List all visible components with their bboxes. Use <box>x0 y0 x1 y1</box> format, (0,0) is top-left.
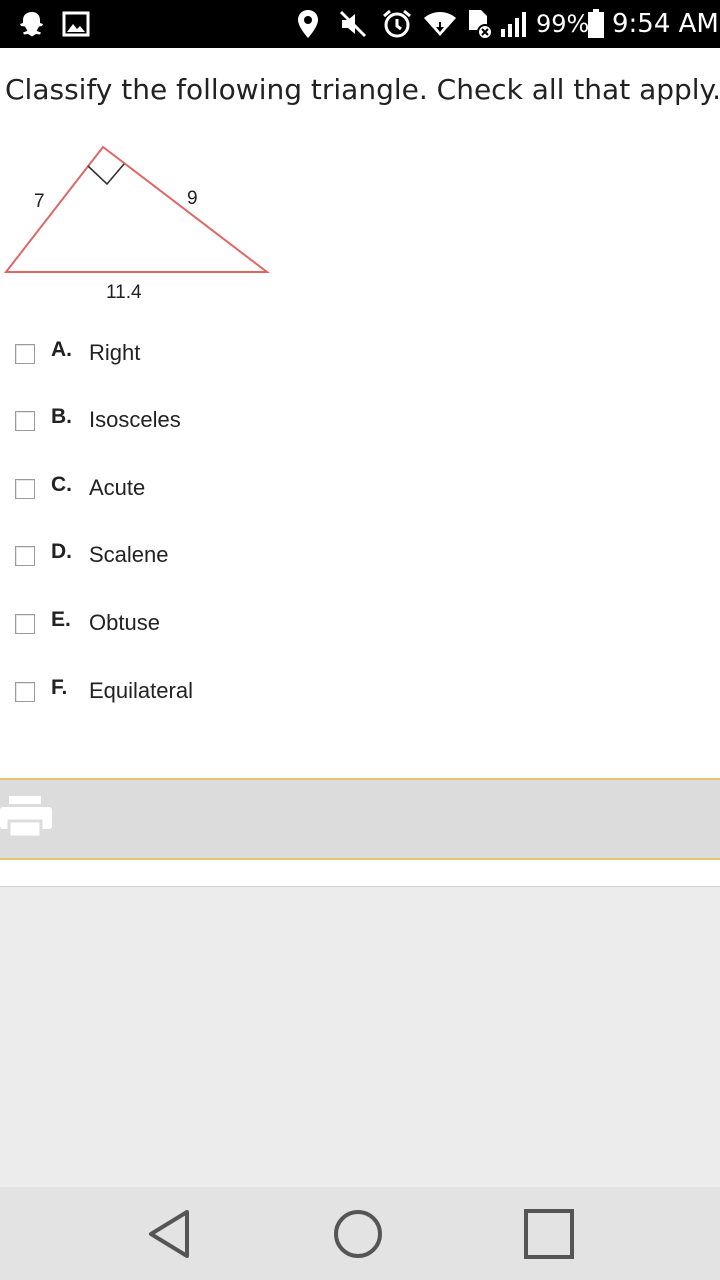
triangle-diagram: 7 9 11.4 <box>3 145 270 303</box>
option-a-checkbox[interactable] <box>15 344 35 364</box>
snapchat-icon <box>14 0 50 48</box>
signal-icon <box>496 0 530 48</box>
option-letter: E. <box>51 608 71 631</box>
right-angle-marker <box>87 163 125 186</box>
option-label[interactable]: Isosceles <box>89 407 181 433</box>
triangle-shape <box>3 145 270 273</box>
home-icon[interactable] <box>323 1201 393 1267</box>
option-letter: C. <box>51 473 72 496</box>
option-label[interactable]: Scalene <box>89 542 169 568</box>
print-icon[interactable] <box>0 794 56 844</box>
status-bar: 99% 9:54 AM <box>0 0 720 48</box>
option-letter: F. <box>51 676 68 699</box>
alarm-icon <box>380 0 414 48</box>
question-text: Classify the following triangle. Check a… <box>5 73 720 106</box>
option-c[interactable]: C. Acute <box>0 465 720 511</box>
mute-icon <box>336 0 370 48</box>
bottom-toolbar <box>0 778 720 860</box>
option-d[interactable]: D. Scalene <box>0 532 720 578</box>
option-label[interactable]: Equilateral <box>89 678 193 704</box>
side-label-bottom: 11.4 <box>106 282 142 303</box>
content-strip <box>0 860 720 887</box>
option-b[interactable]: B. Isosceles <box>0 397 720 443</box>
battery-percentage: 99% <box>536 10 590 38</box>
side-label-right: 9 <box>187 188 198 209</box>
option-a[interactable]: A. Right <box>0 330 720 376</box>
option-label[interactable]: Right <box>89 340 140 366</box>
sim-icon <box>464 0 494 48</box>
option-b-checkbox[interactable] <box>15 411 35 431</box>
recents-icon[interactable] <box>514 1201 584 1267</box>
option-e[interactable]: E. Obtuse <box>0 600 720 646</box>
option-e-checkbox[interactable] <box>15 614 35 634</box>
option-c-checkbox[interactable] <box>15 479 35 499</box>
wifi-icon <box>422 0 458 48</box>
location-icon <box>292 0 324 48</box>
gallery-icon <box>60 0 92 48</box>
battery-icon <box>585 0 607 48</box>
navigation-bar <box>0 1187 720 1280</box>
empty-area <box>0 887 720 1187</box>
option-letter: B. <box>51 405 72 428</box>
option-letter: D. <box>51 540 72 563</box>
option-label[interactable]: Acute <box>89 475 145 501</box>
option-d-checkbox[interactable] <box>15 546 35 566</box>
back-icon[interactable] <box>135 1201 205 1267</box>
option-label[interactable]: Obtuse <box>89 610 160 636</box>
side-label-left: 7 <box>34 191 45 212</box>
option-letter: A. <box>51 338 72 361</box>
option-f[interactable]: F. Equilateral <box>0 668 720 714</box>
clock: 9:54 AM <box>612 9 719 39</box>
option-f-checkbox[interactable] <box>15 682 35 702</box>
